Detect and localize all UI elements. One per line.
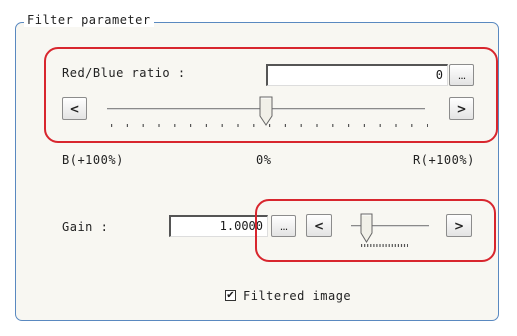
slider-tick bbox=[373, 244, 375, 247]
slider-tick bbox=[395, 124, 397, 127]
scale-center-label: 0% bbox=[256, 153, 272, 167]
slider-tick bbox=[300, 124, 302, 127]
gain-decrease-button[interactable]: < bbox=[306, 214, 332, 237]
gain-increase-button[interactable]: > bbox=[446, 214, 472, 237]
slider-tick bbox=[385, 244, 387, 247]
red-blue-decrease-button[interactable]: < bbox=[62, 97, 87, 120]
slider-tick bbox=[237, 124, 239, 127]
slider-tick bbox=[388, 244, 390, 247]
slider-tick bbox=[376, 244, 378, 247]
gain-tick-marks bbox=[361, 244, 408, 247]
slider-tick bbox=[403, 244, 406, 247]
slider-tick bbox=[316, 124, 318, 127]
red-blue-increase-button[interactable]: > bbox=[449, 97, 474, 120]
slider-tick bbox=[427, 124, 428, 127]
slider-tick bbox=[361, 244, 363, 247]
red-blue-value-field[interactable]: 0 bbox=[266, 64, 448, 86]
slider-tick bbox=[332, 124, 334, 127]
slider-tick bbox=[269, 124, 271, 127]
slider-tick bbox=[407, 244, 408, 247]
slider-tick bbox=[370, 244, 372, 247]
slider-tick bbox=[397, 244, 399, 247]
slider-tick bbox=[411, 124, 413, 127]
gain-slider-thumb[interactable] bbox=[360, 213, 373, 243]
slider-tick bbox=[142, 124, 144, 127]
slider-tick bbox=[284, 124, 286, 127]
slider-tick bbox=[363, 124, 365, 127]
scale-right-label: R(+100%) bbox=[413, 153, 475, 167]
filtered-image-checkbox[interactable]: ✔ bbox=[225, 290, 236, 301]
red-blue-slider-thumb[interactable] bbox=[259, 96, 273, 126]
slider-tick bbox=[348, 124, 350, 127]
slider-tick bbox=[126, 124, 128, 127]
scale-left-label: B(+100%) bbox=[62, 153, 124, 167]
group-title: Filter parameter bbox=[24, 13, 154, 27]
slider-tick bbox=[400, 244, 403, 247]
slider-tick bbox=[382, 244, 384, 247]
slider-tick bbox=[379, 244, 381, 247]
slider-tick bbox=[367, 244, 369, 247]
red-blue-tick-marks bbox=[111, 124, 428, 127]
slider-tick bbox=[391, 244, 393, 247]
filtered-image-label[interactable]: Filtered image bbox=[243, 289, 351, 303]
slider-tick bbox=[379, 124, 381, 127]
slider-tick bbox=[174, 124, 176, 127]
slider-tick bbox=[394, 244, 396, 247]
gain-value-field[interactable]: 1.0000 bbox=[169, 215, 268, 237]
gain-label: Gain : bbox=[62, 220, 109, 234]
gain-browse-button[interactable]: ... bbox=[271, 215, 296, 237]
slider-tick bbox=[205, 124, 207, 127]
slider-tick bbox=[111, 124, 113, 127]
slider-tick bbox=[190, 124, 192, 127]
slider-tick bbox=[158, 124, 160, 127]
slider-tick bbox=[364, 244, 366, 247]
slider-tick bbox=[221, 124, 223, 127]
red-blue-browse-button[interactable]: ... bbox=[449, 64, 474, 86]
slider-tick bbox=[253, 124, 255, 127]
red-blue-label: Red/Blue ratio : bbox=[62, 66, 186, 80]
